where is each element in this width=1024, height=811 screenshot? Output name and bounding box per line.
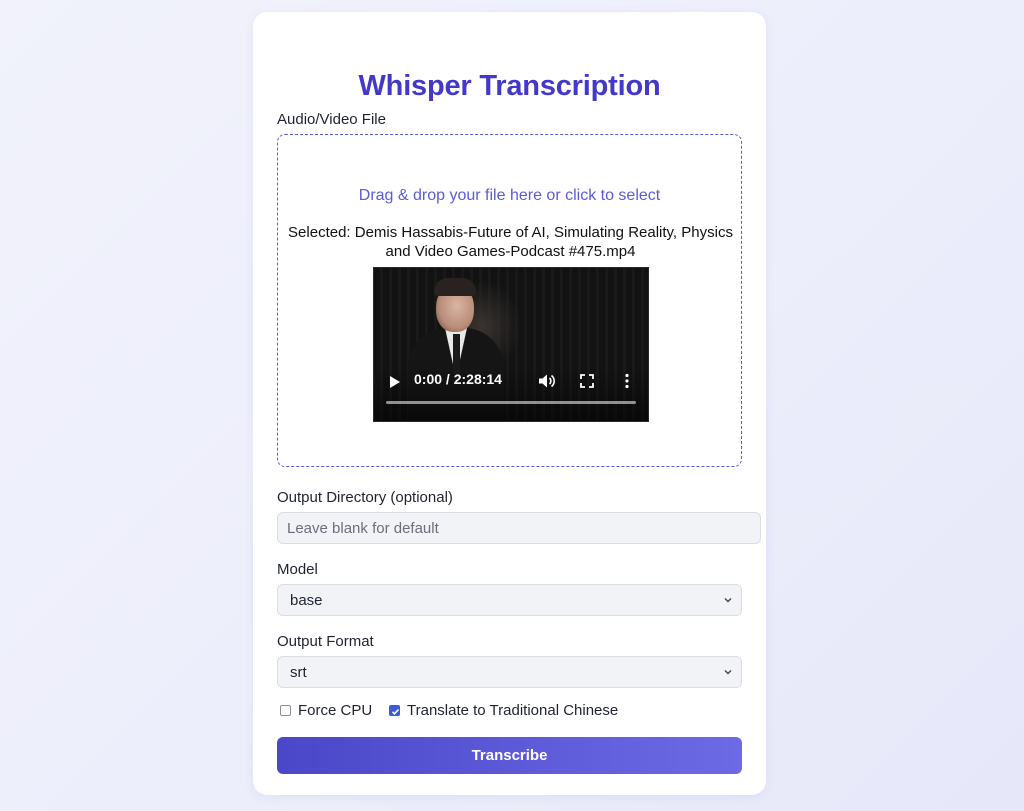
file-label: Audio/Video File [277,111,386,128]
model-label: Model [277,561,318,578]
transcribe-button[interactable]: Transcribe [277,737,742,774]
video-player[interactable]: 0:00 / 2:28:14 [373,267,649,422]
transcription-card: Whisper Transcription Audio/Video File D… [253,12,766,795]
file-dropzone[interactable]: Drag & drop your file here or click to s… [277,134,742,467]
current-time: 0:00 [414,371,443,387]
drop-hint: Drag & drop your file here or click to s… [358,187,661,204]
translate-label[interactable]: Translate to Traditional Chinese [407,702,618,719]
video-time: 0:00 / 2:28:14 [414,371,502,387]
video-frame-tie [453,334,460,374]
time-separator: / [442,371,454,387]
output-format-label: Output Format [277,633,374,650]
page-title: Whisper Transcription [358,70,661,102]
video-progress-bar[interactable] [386,401,636,404]
translate-checkbox[interactable] [389,705,400,716]
output-format-select[interactable]: srt [277,656,742,688]
fullscreen-icon[interactable] [580,374,594,388]
duration: 2:28:14 [453,371,502,387]
force-cpu-checkbox[interactable] [280,705,291,716]
output-format-selected-value: srt [290,664,307,681]
output-directory-label: Output Directory (optional) [277,489,453,506]
model-selected-value: base [290,592,323,609]
chevron-down-icon [724,670,732,675]
force-cpu-label[interactable]: Force CPU [298,702,372,719]
play-icon[interactable] [390,376,400,388]
model-select[interactable]: base [277,584,742,616]
checkmark-icon [391,708,400,715]
more-vertical-icon[interactable] [624,373,630,389]
output-directory-input[interactable] [277,512,761,544]
selected-file-name: Selected: Demis Hassabis-Future of AI, S… [288,224,733,260]
video-frame-person-hair [434,278,476,296]
volume-icon[interactable] [538,373,556,389]
chevron-down-icon [724,598,732,603]
